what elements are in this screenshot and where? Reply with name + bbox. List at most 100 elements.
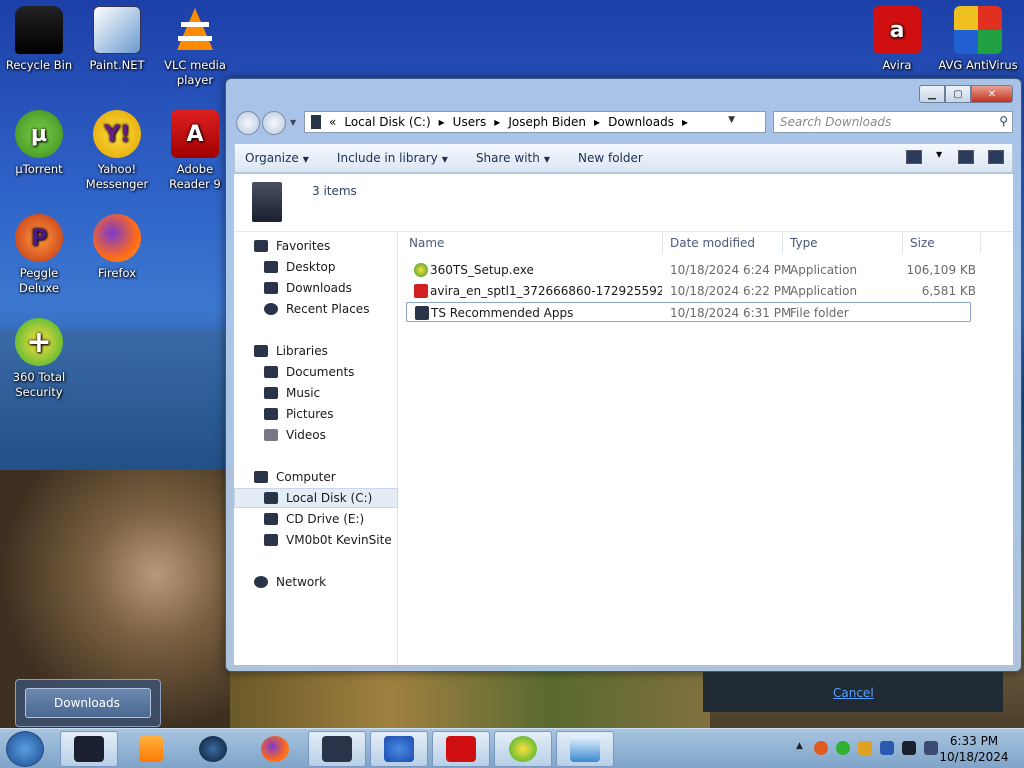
address-segment-local-disk[interactable]: Local Disk (C:) — [344, 115, 430, 129]
forward-button[interactable] — [262, 111, 286, 135]
clock[interactable]: 6:33 PM 10/18/2024 — [938, 733, 1010, 765]
desktop-icon-label: Peggle Deluxe — [19, 266, 59, 295]
tray-network-icon[interactable] — [902, 741, 916, 755]
nav-favorites[interactable]: Favorites — [234, 236, 398, 256]
column-header-size[interactable]: Size — [910, 236, 935, 250]
organize-button[interactable]: Organize ▼ — [245, 151, 309, 165]
maximize-button[interactable]: ▢ — [945, 85, 971, 103]
column-divider[interactable] — [902, 232, 903, 254]
column-divider[interactable] — [782, 232, 783, 254]
search-icon[interactable]: ⚲ — [999, 114, 1008, 128]
desktop-icon-firefox[interactable]: Firefox — [78, 214, 156, 281]
nav-libraries[interactable]: Libraries — [234, 341, 398, 361]
new-folder-button[interactable]: New folder — [578, 151, 643, 165]
address-segment-user[interactable]: Joseph Biden — [508, 115, 586, 129]
taskbar-installer-button[interactable] — [556, 731, 614, 767]
address-dropdown-icon[interactable]: ▼ — [728, 115, 735, 125]
avira-icon: a — [873, 6, 921, 54]
cancel-link[interactable]: Cancel — [833, 686, 874, 700]
downloads-folder-icon — [252, 182, 282, 222]
tray-shield-icon[interactable] — [880, 741, 894, 755]
nav-local-disk[interactable]: Local Disk (C:) — [234, 488, 398, 508]
folder-icon — [415, 306, 429, 320]
change-view-icon[interactable] — [906, 150, 922, 164]
taskbar-explorer-button[interactable] — [60, 731, 118, 767]
address-separator[interactable]: ▸ — [494, 115, 500, 129]
taskbar-window-button[interactable] — [308, 731, 366, 767]
taskbar-thumbnail[interactable]: Downloads — [15, 679, 161, 727]
address-overflow[interactable]: « — [329, 115, 336, 129]
explorer-icon — [74, 736, 104, 762]
file-row[interactable]: TS Recommended Apps 10/18/2024 6:31 PM F… — [406, 302, 971, 322]
nav-music[interactable]: Music — [234, 383, 398, 403]
column-header-date[interactable]: Date modified — [670, 236, 755, 250]
view-options-dropdown-icon[interactable]: ▼ — [936, 150, 944, 164]
nav-documents[interactable]: Documents — [234, 362, 398, 382]
file-row[interactable]: avira_en_sptl1_372666860-1729255922-17..… — [406, 281, 976, 301]
window-caption-buttons: ▁ ▢ ✕ — [919, 85, 1013, 103]
column-header-type[interactable]: Type — [790, 236, 818, 250]
nav-pictures[interactable]: Pictures — [234, 404, 398, 424]
desktop-icon-label: Yahoo! Messenger — [85, 162, 149, 191]
nav-computer[interactable]: Computer — [234, 467, 398, 487]
include-in-library-button[interactable]: Include in library ▼ — [337, 151, 448, 165]
show-hidden-icons-icon[interactable]: ▲ — [796, 741, 806, 755]
yahoo-messenger-icon: Y! — [93, 110, 141, 158]
360-security-icon: + — [15, 318, 63, 366]
address-separator[interactable]: ▸ — [439, 115, 445, 129]
share-with-button[interactable]: Share with ▼ — [476, 151, 550, 165]
desktop-icon-paintnet[interactable]: Paint.NET — [78, 6, 156, 73]
thumbnail-downloads[interactable]: Downloads — [25, 688, 151, 718]
file-date: 10/18/2024 6:22 PM — [670, 284, 792, 298]
taskbar-360-button[interactable] — [494, 731, 552, 767]
desktop-icon-yahoo[interactable]: Y! Yahoo! Messenger — [78, 110, 156, 192]
address-separator[interactable]: ▸ — [682, 115, 688, 129]
taskbar-firefox-button[interactable] — [246, 731, 304, 767]
file-row[interactable]: 360TS_Setup.exe 10/18/2024 6:24 PM Appli… — [406, 260, 976, 280]
desktop-icon-adobe-reader[interactable]: A Adobe Reader 9 — [156, 110, 234, 192]
explorer-window: ▁ ▢ ✕ ▼ « Local Disk (C:) ▸ Users ▸ Jose… — [225, 78, 1022, 672]
desktop-icon-peggle[interactable]: P Peggle Deluxe — [0, 214, 78, 296]
application-icon — [414, 263, 428, 277]
back-button[interactable] — [236, 111, 260, 135]
minimize-button[interactable]: ▁ — [919, 85, 945, 103]
taskbar-avira-button[interactable] — [432, 731, 490, 767]
address-separator[interactable]: ▸ — [594, 115, 600, 129]
nav-label: Documents — [286, 365, 355, 379]
nav-videos[interactable]: Videos — [234, 425, 398, 445]
tray-app-icon[interactable] — [814, 741, 828, 755]
tray-360-icon[interactable] — [836, 741, 850, 755]
recent-pages-dropdown-icon[interactable]: ▼ — [290, 118, 296, 127]
nav-downloads[interactable]: Downloads — [234, 278, 398, 298]
nav-network-share[interactable]: VM0b0t KevinSite — [234, 530, 398, 550]
column-header-name[interactable]: Name — [409, 236, 444, 250]
desktop-icon-utorrent[interactable]: µ µTorrent — [0, 110, 78, 177]
taskbar-malwarebytes-button[interactable] — [370, 731, 428, 767]
installer-icon — [570, 736, 600, 762]
column-divider[interactable] — [980, 232, 981, 254]
address-segment-users[interactable]: Users — [453, 115, 487, 129]
desktop-icon-360-security[interactable]: + 360 Total Security — [0, 318, 78, 400]
desktop-icon-recycle-bin[interactable]: Recycle Bin — [0, 6, 78, 73]
address-segment-downloads[interactable]: Downloads — [608, 115, 674, 129]
nav-network[interactable]: Network — [234, 572, 398, 592]
search-input[interactable]: Search Downloads ⚲ — [773, 111, 1013, 133]
nav-recent-places[interactable]: Recent Places — [234, 299, 398, 319]
close-button[interactable]: ✕ — [971, 85, 1013, 103]
tray-volume-icon[interactable] — [924, 741, 938, 755]
preview-pane-icon[interactable] — [958, 150, 974, 164]
desktop-icon-avg[interactable]: AVG AntiVirus — [936, 6, 1020, 73]
help-icon[interactable] — [988, 150, 1004, 164]
desktop-icon-avira[interactable]: a Avira — [858, 6, 936, 73]
start-button[interactable] — [6, 731, 44, 767]
tray-security-icon[interactable] — [858, 741, 872, 755]
address-bar[interactable]: « Local Disk (C:) ▸ Users ▸ Joseph Biden… — [304, 111, 830, 135]
taskbar-media-player-button[interactable] — [122, 731, 180, 767]
file-type: File folder — [790, 306, 849, 320]
taskbar-browser-button[interactable] — [184, 731, 242, 767]
nav-desktop[interactable]: Desktop — [234, 257, 398, 277]
column-divider[interactable] — [662, 232, 663, 254]
paintnet-icon — [93, 6, 141, 54]
nav-cd-drive[interactable]: CD Drive (E:) — [234, 509, 398, 529]
desktop-icon-vlc[interactable]: VLC media player — [156, 6, 234, 88]
